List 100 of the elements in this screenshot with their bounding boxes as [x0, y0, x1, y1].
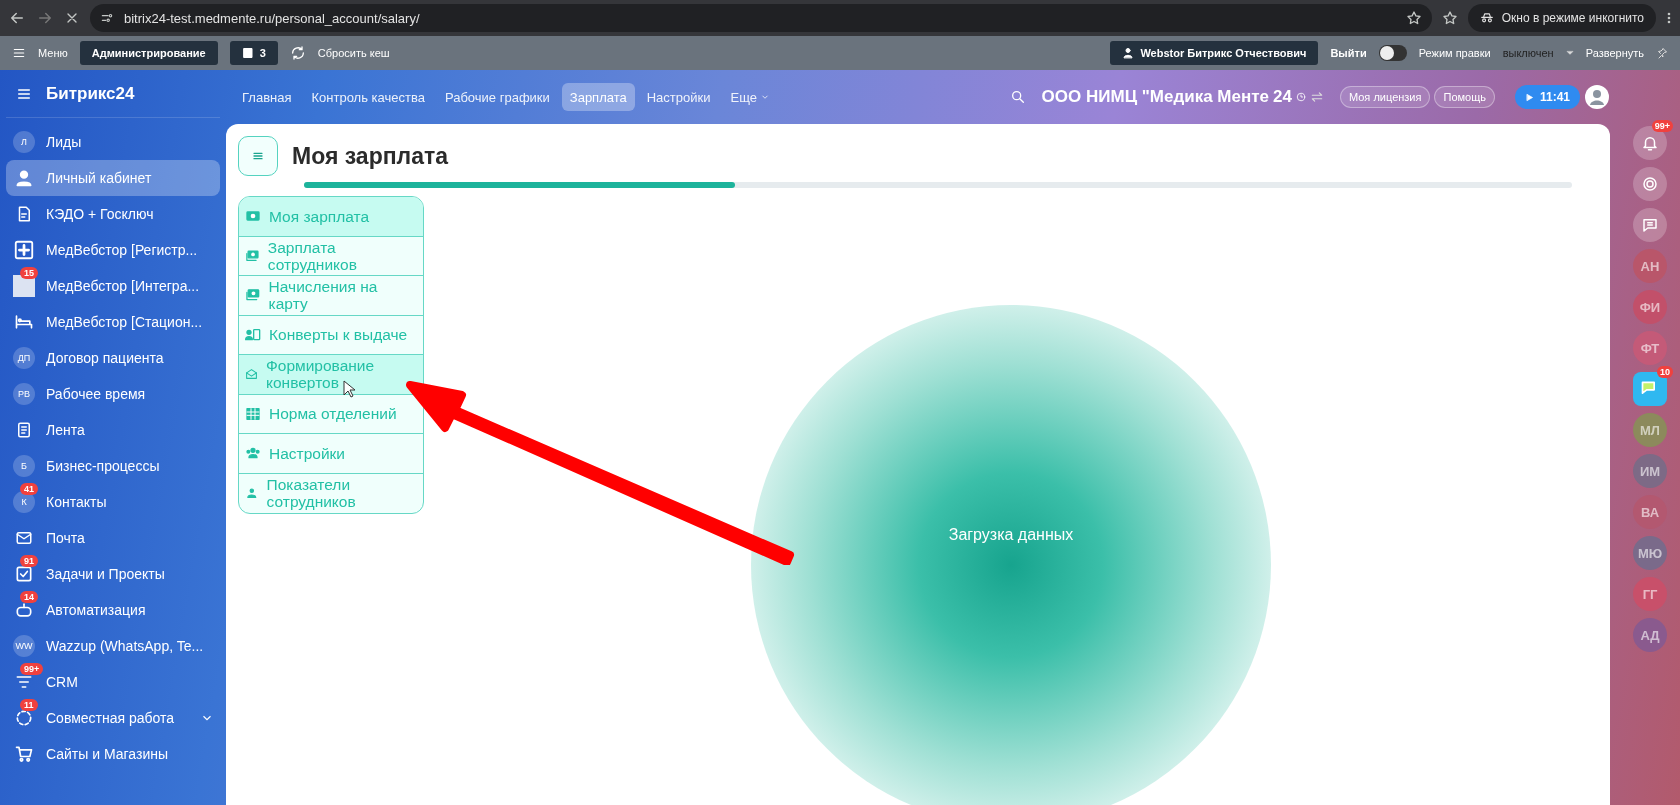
menu-item[interactable]: Показатели сотрудников — [239, 473, 423, 513]
reset-cache-link[interactable]: Сбросить кеш — [317, 47, 390, 59]
search-icon — [1009, 89, 1026, 105]
plus-box-icon — [13, 239, 35, 261]
sidebar-item[interactable]: К 41 Контакты — [6, 484, 220, 520]
person-card-icon — [245, 326, 261, 343]
page-title: Моя зарплата — [292, 142, 449, 170]
loading-text: Загрузка данных — [948, 526, 1074, 545]
edit-mode-toggle[interactable] — [1378, 45, 1407, 61]
count-badge: 99+ — [1651, 120, 1673, 132]
contact-avatar[interactable]: ФИ — [1633, 290, 1667, 324]
notices-button[interactable]: 3 — [229, 41, 278, 65]
nav-tab[interactable]: Зарплата — [561, 83, 635, 111]
sidebar-item[interactable]: 99+ CRM — [6, 664, 220, 700]
sidebar-item[interactable]: 91 Задачи и Проекты — [6, 556, 220, 592]
sidebar-item[interactable]: 14 Автоматизация — [6, 592, 220, 628]
contact-avatar[interactable]: АН — [1633, 249, 1667, 283]
menu-item[interactable]: Настройки — [239, 434, 423, 474]
contact-avatar[interactable]: ГГ — [1633, 577, 1667, 611]
company-name[interactable]: ООО НИМЦ "Медика Менте — [1041, 87, 1270, 107]
fingerprint-button[interactable] — [1633, 167, 1667, 201]
table-icon — [245, 405, 261, 422]
sidebar-item[interactable]: РВ Рабочее время — [6, 376, 220, 412]
chat-swap-button[interactable] — [1633, 208, 1667, 242]
incognito-button[interactable]: Окно в режиме инкогнито — [1467, 4, 1656, 32]
sidebar-item[interactable]: Б Бизнес-процессы — [6, 448, 220, 484]
sidebar-item[interactable]: Л Лиды — [6, 124, 220, 160]
edit-mode-state: выключен — [1502, 47, 1554, 59]
expand-link[interactable]: Развернуть — [1585, 47, 1644, 59]
image-placeholder — [13, 275, 35, 297]
clock-icon — [1295, 92, 1306, 102]
bell-icon — [1641, 134, 1659, 152]
avatar-initials: ДП — [13, 347, 35, 369]
avatar-initials: РВ — [13, 383, 35, 405]
star-icon — [1405, 10, 1422, 26]
sidebar-item[interactable]: МедВебстор [Регистр... — [6, 232, 220, 268]
bookmarks-icon — [1441, 10, 1458, 26]
count-badge: 10 — [1657, 366, 1673, 378]
person-icon — [14, 168, 34, 188]
nav-tab[interactable]: Главная — [234, 83, 300, 111]
menu-link[interactable]: Меню — [38, 47, 68, 59]
sidebar-item[interactable]: Личный кабинет — [6, 160, 220, 196]
avatar-initials: WW — [13, 635, 35, 657]
count-badge: 11 — [20, 699, 38, 711]
nav-tab[interactable]: Рабочие графики — [436, 83, 558, 111]
logout-link[interactable]: Выйти — [1330, 47, 1367, 59]
more-icon — [1666, 10, 1672, 26]
time-button[interactable]: 11:41 — [1514, 85, 1580, 109]
checkbox-icon — [14, 564, 34, 584]
contact-avatar[interactable]: АД — [1633, 618, 1667, 652]
sidebar-item[interactable]: КЭДО + Госключ — [6, 196, 220, 232]
sidebar-item[interactable]: Сайты и Магазины — [6, 736, 220, 772]
pin-icon — [1656, 47, 1668, 59]
refresh-icon — [289, 45, 306, 61]
sidebar-item[interactable]: Лента — [6, 412, 220, 448]
url-text: bitrix24-test.medmente.ru/personal_account/salary/ — [124, 10, 420, 26]
menu-item[interactable]: Начисления на карту — [239, 276, 423, 316]
sidebar-item[interactable]: МедВебстор [Стацион... — [6, 304, 220, 340]
avatar-initials: Б — [13, 455, 35, 477]
user-avatar[interactable] — [1584, 84, 1610, 110]
swap-icon — [1309, 90, 1324, 104]
license-button[interactable]: Моя лицензия — [1339, 86, 1431, 108]
count-badge: 91 — [20, 555, 38, 567]
document-lines-icon — [15, 421, 33, 439]
count-badge: 15 — [20, 267, 38, 279]
caret-icon — [1565, 49, 1574, 57]
contact-avatar[interactable]: МЛ — [1633, 413, 1667, 447]
mail-icon — [14, 529, 34, 547]
person-icon — [1122, 47, 1135, 59]
chat-icon — [1641, 216, 1659, 234]
contact-avatar[interactable]: ИМ — [1633, 454, 1667, 488]
bed-icon — [13, 312, 35, 332]
incognito-icon — [1479, 11, 1494, 25]
sidebar-item[interactable]: 11 Совместная работа — [6, 700, 220, 736]
menu-item[interactable]: Зарплата сотрудников — [239, 236, 423, 276]
sidebar-item[interactable]: 15 МедВебстор [Интегра... — [6, 268, 220, 304]
contact-avatar[interactable]: МЮ — [1633, 536, 1667, 570]
admin-button[interactable]: Администрирование — [79, 41, 218, 65]
sidebar-item[interactable]: WW Wazzup (WhatsApp, Te... — [6, 628, 220, 664]
nav-tab[interactable]: Контроль качества — [303, 83, 433, 111]
avatar-initials: Л — [13, 131, 35, 153]
count-badge: 41 — [20, 483, 38, 495]
logo-text[interactable]: Битрикс24 — [46, 83, 135, 104]
help-button[interactable]: Помощь — [1434, 86, 1495, 108]
nav-tab[interactable]: Еще — [722, 83, 778, 111]
robot-icon — [14, 600, 34, 620]
banknotes-icon — [245, 247, 260, 264]
count-badge: 14 — [20, 591, 38, 603]
nav-tab[interactable]: Настройки — [638, 83, 719, 111]
play-icon — [1524, 92, 1534, 102]
menu-icon — [12, 46, 26, 60]
site-settings-icon — [100, 11, 114, 25]
user-button[interactable]: Webstor Битрикс Отчествович — [1110, 41, 1319, 65]
contact-avatar[interactable]: ФТ — [1633, 331, 1667, 365]
address-bar[interactable]: bitrix24-test.medmente.ru/personal_account/salary/ — [90, 4, 1432, 32]
sidebar-item[interactable]: Почта — [6, 520, 220, 556]
count-badge: 99+ — [20, 663, 44, 675]
contact-avatar[interactable]: ВА — [1633, 495, 1667, 529]
company-suffix: 24 — [1273, 87, 1292, 107]
sidebar-item[interactable]: ДП Договор пациента — [6, 340, 220, 376]
